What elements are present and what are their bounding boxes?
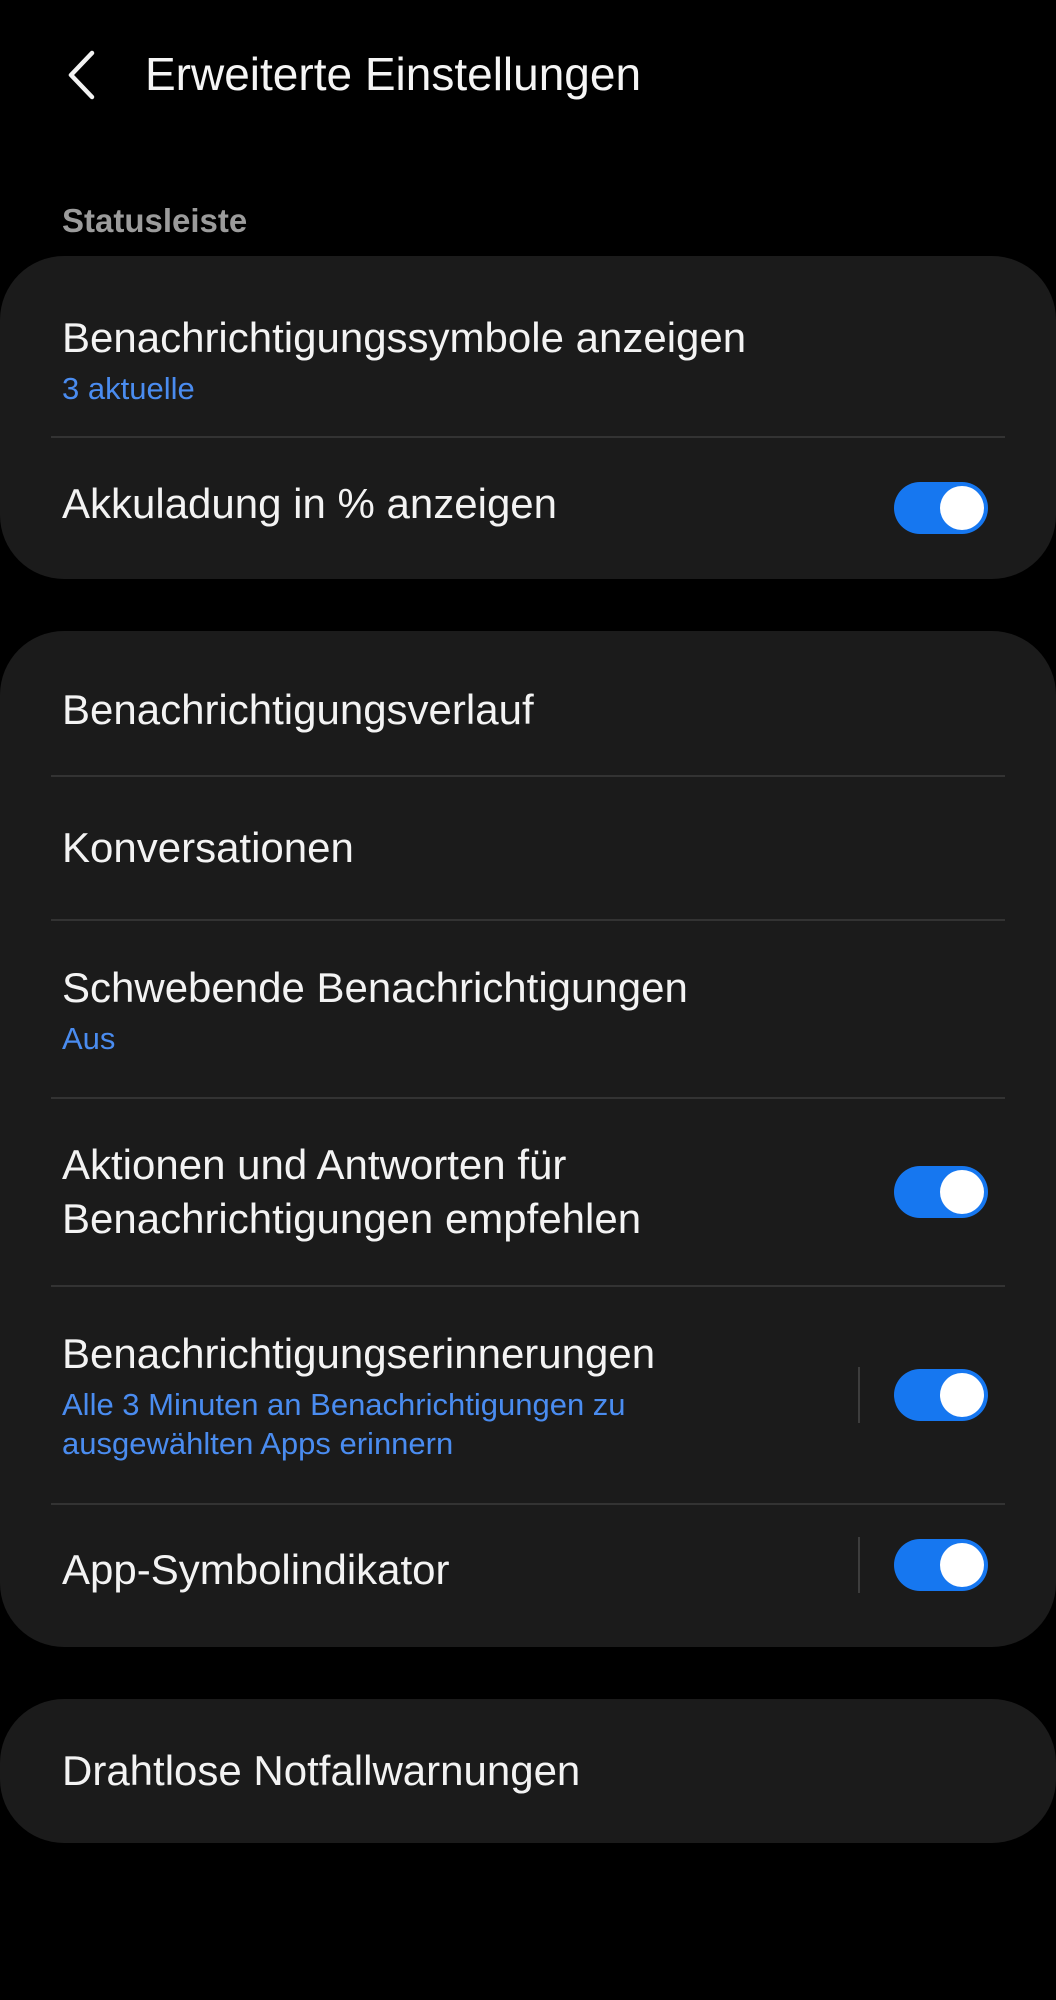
back-button[interactable] (52, 40, 112, 110)
chevron-left-icon (68, 50, 95, 100)
row-title: App-Symbolindikator (62, 1546, 450, 1593)
row-notification-icons[interactable]: Benachrichtigungssymbole anzeigen 3 aktu… (0, 256, 1056, 436)
vertical-separator (858, 1367, 860, 1423)
row-title: Benachrichtigungssymbole anzeigen (62, 313, 747, 361)
row-notification-reminders[interactable]: Benachrichtigungserinnerungen Alle 3 Min… (0, 1287, 1056, 1503)
row-conversations[interactable]: Konversationen (0, 777, 1056, 919)
row-subtitle-line-2: ausgewählten Apps erinnern (62, 1426, 454, 1461)
emergency-alerts-card: Drahtlose Notfallwarnungen (0, 1699, 1056, 1843)
row-subtitle: Aus (62, 1020, 116, 1056)
row-subtitle: 3 aktuelle (62, 370, 195, 406)
toggle-knob (940, 1170, 984, 1214)
vertical-separator (858, 1537, 860, 1593)
status-bar-card: Benachrichtigungssymbole anzeigen 3 aktu… (0, 256, 1056, 579)
notification-reminders-toggle[interactable] (894, 1369, 988, 1421)
row-suggest-actions[interactable]: Aktionen und Antworten für Benachrichtig… (0, 1099, 1056, 1285)
battery-percent-toggle[interactable] (894, 482, 988, 534)
page-title: Erweiterte Einstellungen (145, 48, 642, 100)
row-title: Benachrichtigungserinnerungen (62, 1330, 656, 1377)
toggle-knob (940, 1373, 984, 1417)
row-app-icon-badges[interactable]: App-Symbolindikator (0, 1505, 1056, 1647)
toggle-knob (940, 1543, 984, 1587)
notifications-card: Benachrichtigungsverlauf Konversationen … (0, 631, 1056, 1647)
row-battery-percent[interactable]: Akkuladung in % anzeigen (0, 438, 1056, 579)
row-title-line-1: Aktionen und Antworten für (62, 1141, 567, 1188)
app-icon-badges-toggle[interactable] (894, 1539, 988, 1591)
row-title: Benachrichtigungsverlauf (62, 686, 534, 733)
row-title: Akkuladung in % anzeigen (62, 479, 558, 527)
row-title: Schwebende Benachrichtigungen (62, 963, 688, 1011)
section-label-statusleiste: Statusleiste (62, 202, 248, 239)
row-subtitle-line-1: Alle 3 Minuten an Benachrichtigungen zu (62, 1387, 626, 1422)
top-app-bar: Erweiterte Einstellungen (0, 0, 1056, 150)
row-title: Drahtlose Notfallwarnungen (62, 1747, 581, 1794)
row-title-line-2: Benachrichtigungen empfehlen (62, 1195, 642, 1242)
row-title: Konversationen (62, 824, 354, 871)
row-notification-history[interactable]: Benachrichtigungsverlauf (0, 631, 1056, 775)
row-wireless-emergency-alerts[interactable]: Drahtlose Notfallwarnungen (0, 1699, 1056, 1843)
row-floating-notifications[interactable]: Schwebende Benachrichtigungen Aus (0, 921, 1056, 1097)
suggest-actions-toggle[interactable] (894, 1166, 988, 1218)
toggle-knob (940, 486, 984, 530)
